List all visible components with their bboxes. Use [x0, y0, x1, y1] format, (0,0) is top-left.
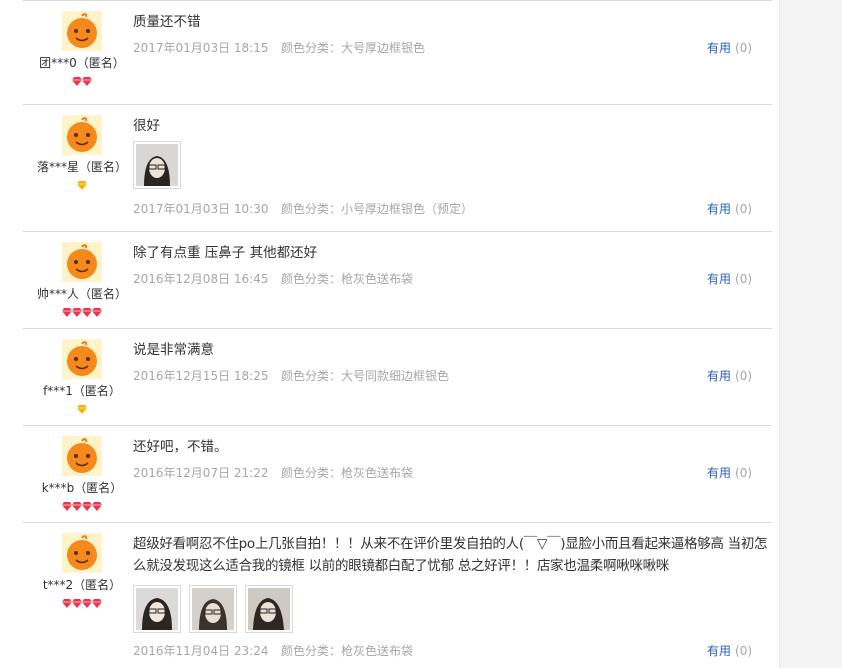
review-text: 超级好看啊忍不住po上几张自拍！！！从来不在评价里发自拍的人(￣▽￣)显脸小而且…: [133, 536, 768, 574]
review-date: 2016年12月15日 18:25: [133, 369, 269, 383]
useful-vote: 有用 (0): [707, 465, 752, 481]
reviewer-level-badge: [23, 75, 141, 87]
useful-vote: 有用 (0): [707, 643, 752, 659]
reviewer-level-badge: [23, 597, 141, 609]
review-content: 还好吧，不错。 2016年12月07日 21:22 颜色分类：枪灰色送布袋 有用…: [133, 436, 763, 481]
selfie-photo: [192, 588, 234, 630]
useful-button[interactable]: 有用: [707, 202, 731, 216]
useful-vote: 有用 (0): [707, 271, 752, 287]
review-content: 说是非常满意 2016年12月15日 18:25 颜色分类：大号同款细边框银色 …: [133, 339, 763, 384]
review-item: 落***星（匿名） 很好 2017年01月03日 10:30 颜色分类：小号厚边…: [23, 105, 772, 232]
review-meta: 2016年12月08日 16:45 颜色分类：枪灰色送布袋 有用 (0): [133, 271, 763, 287]
reviewer: 落***星（匿名）: [23, 115, 141, 191]
reviewer: f***1（匿名）: [23, 339, 141, 415]
product-variant: 颜色分类：大号厚边框银色: [281, 41, 426, 55]
reviewer-name: f***1（匿名）: [43, 384, 121, 398]
review-photo-thumbnail[interactable]: [189, 585, 237, 633]
reviewer: k***b（匿名）: [23, 436, 141, 512]
useful-count: (0): [735, 202, 753, 216]
review-item: 团***0（匿名） 质量还不错 2017年01月03日 18:15 颜色分类：大…: [23, 0, 772, 105]
side-panel: [779, 0, 842, 668]
review-photo-thumbnail[interactable]: [133, 141, 181, 189]
review-content: 很好 2017年01月03日 10:30 颜色分类：小号厚边框银色（预定） 有用…: [133, 115, 763, 217]
review-item: f***1（匿名） 说是非常满意 2016年12月15日 18:25 颜色分类：…: [23, 329, 772, 426]
gold-diamond-icon: [77, 405, 87, 414]
review-text: 很好: [133, 118, 160, 134]
review-photo-thumbnail[interactable]: [245, 585, 293, 633]
review-meta: 2016年12月15日 18:25 颜色分类：大号同款细边框银色 有用 (0): [133, 368, 763, 384]
product-variant: 颜色分类：大号同款细边框银色: [281, 369, 450, 383]
review-meta: 2016年12月07日 21:22 颜色分类：枪灰色送布袋 有用 (0): [133, 465, 763, 481]
review-photos: [133, 585, 763, 633]
review-date: 2017年01月03日 10:30: [133, 202, 269, 216]
useful-button[interactable]: 有用: [707, 466, 731, 480]
reviewer-name: 团***0（匿名）: [39, 56, 125, 70]
useful-count: (0): [735, 272, 753, 286]
red-diamond-icon: [92, 308, 102, 317]
review-meta: 2016年11月04日 23:24 颜色分类：枪灰色送布袋 有用 (0): [133, 643, 763, 659]
gold-diamond-icon: [77, 181, 87, 190]
review-date: 2016年12月07日 21:22: [133, 466, 269, 480]
reviewer: 团***0（匿名）: [23, 11, 141, 87]
selfie-photo: [136, 588, 178, 630]
review-photos: [133, 141, 763, 189]
product-variant: 颜色分类：枪灰色送布袋: [281, 644, 414, 658]
avatar[interactable]: [62, 242, 102, 282]
review-list: 团***0（匿名） 质量还不错 2017年01月03日 18:15 颜色分类：大…: [23, 0, 772, 669]
avatar[interactable]: [62, 11, 102, 51]
useful-count: (0): [735, 41, 753, 55]
reviewer-name: 落***星（匿名）: [36, 160, 127, 174]
red-diamond-icon: [92, 599, 102, 608]
selfie-photo: [136, 144, 178, 186]
review-photo-thumbnail[interactable]: [133, 585, 181, 633]
reviewer-level-badge: [23, 500, 141, 512]
useful-vote: 有用 (0): [707, 40, 752, 56]
useful-vote: 有用 (0): [707, 201, 752, 217]
avatar[interactable]: [62, 436, 102, 476]
product-variant: 颜色分类：小号厚边框银色（预定）: [281, 202, 474, 216]
review-item: 帅***人（匿名） 除了有点重 压鼻子 其他都还好 2016年12月08日 16…: [23, 232, 772, 329]
useful-button[interactable]: 有用: [707, 644, 731, 658]
reviewer-name: t***2（匿名）: [42, 578, 122, 592]
review-content: 除了有点重 压鼻子 其他都还好 2016年12月08日 16:45 颜色分类：枪…: [133, 242, 763, 287]
review-date: 2017年01月03日 18:15: [133, 41, 269, 55]
review-date: 2016年11月04日 23:24: [133, 644, 269, 658]
useful-count: (0): [735, 466, 753, 480]
review-date: 2016年12月08日 16:45: [133, 272, 269, 286]
reviewer-level-badge: [23, 403, 141, 415]
review-text: 质量还不错: [133, 14, 201, 30]
selfie-photo: [248, 588, 290, 630]
useful-button[interactable]: 有用: [707, 369, 731, 383]
useful-vote: 有用 (0): [707, 368, 752, 384]
review-content: 质量还不错 2017年01月03日 18:15 颜色分类：大号厚边框银色 有用 (…: [133, 11, 763, 56]
review-meta: 2017年01月03日 18:15 颜色分类：大号厚边框银色 有用 (0): [133, 40, 763, 56]
useful-button[interactable]: 有用: [707, 272, 731, 286]
review-item: t***2（匿名） 超级好看啊忍不住po上几张自拍！！！从来不在评价里发自拍的人…: [23, 523, 772, 669]
avatar[interactable]: [62, 115, 102, 155]
reviewer-level-badge: [23, 306, 141, 318]
reviewer-name: 帅***人（匿名）: [36, 287, 127, 301]
review-item: k***b（匿名） 还好吧，不错。 2016年12月07日 21:22 颜色分类…: [23, 426, 772, 523]
useful-button[interactable]: 有用: [707, 41, 731, 55]
avatar[interactable]: [62, 533, 102, 573]
useful-count: (0): [735, 644, 753, 658]
useful-count: (0): [735, 369, 753, 383]
review-text: 说是非常满意: [133, 342, 214, 358]
product-variant: 颜色分类：枪灰色送布袋: [281, 466, 414, 480]
review-content: 超级好看啊忍不住po上几张自拍！！！从来不在评价里发自拍的人(￣▽￣)显脸小而且…: [133, 533, 768, 659]
reviewer-level-badge: [23, 179, 141, 191]
review-text: 还好吧，不错。: [133, 439, 228, 455]
red-diamond-icon: [82, 77, 92, 86]
review-meta: 2017年01月03日 10:30 颜色分类：小号厚边框银色（预定） 有用 (0): [133, 201, 763, 217]
product-variant: 颜色分类：枪灰色送布袋: [281, 272, 414, 286]
red-diamond-icon: [92, 502, 102, 511]
review-text: 除了有点重 压鼻子 其他都还好: [133, 245, 318, 261]
reviewer-name: k***b（匿名）: [41, 481, 123, 495]
reviewer: t***2（匿名）: [23, 533, 141, 609]
review-page: 团***0（匿名） 质量还不错 2017年01月03日 18:15 颜色分类：大…: [0, 0, 842, 668]
avatar[interactable]: [62, 339, 102, 379]
reviewer: 帅***人（匿名）: [23, 242, 141, 318]
